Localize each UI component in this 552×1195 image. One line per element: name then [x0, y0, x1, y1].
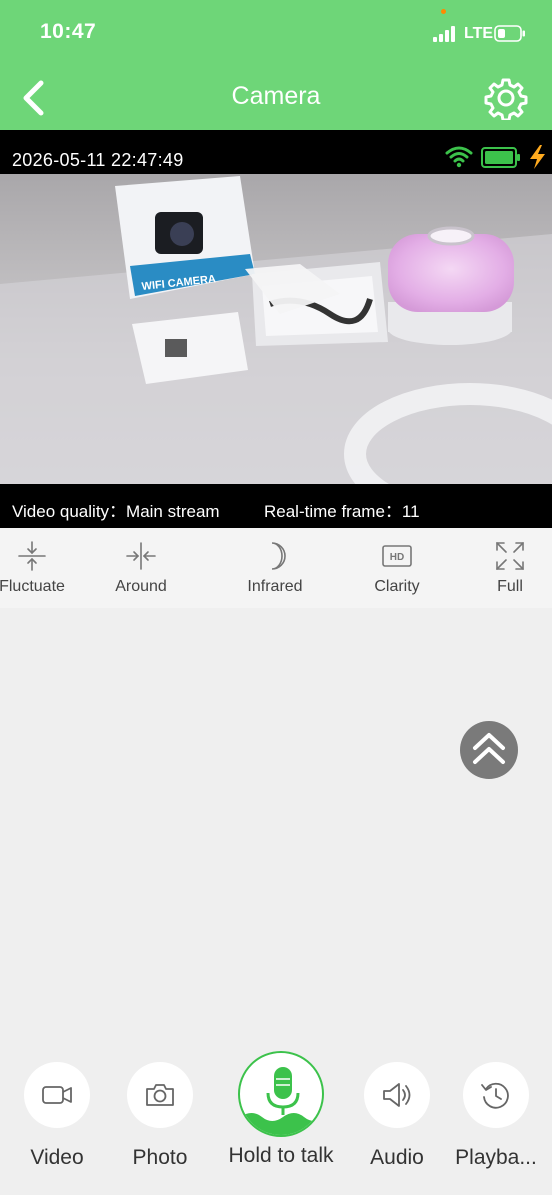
wifi-icon — [445, 146, 473, 168]
microphone-icon — [240, 1067, 322, 1135]
recording-dot-icon — [441, 9, 446, 14]
cellular-signal-icon — [433, 26, 455, 42]
fullscreen-icon — [496, 542, 524, 570]
video-bottom-overlay: Video quality：Main stream Real-time fram… — [0, 484, 552, 528]
tool-label: Clarity — [374, 578, 420, 595]
playback-button-label: Playba... — [455, 1146, 537, 1169]
video-camera-icon — [42, 1086, 72, 1104]
video-timestamp: 2026-05-11 22:47:49 — [12, 150, 184, 170]
audio-button[interactable]: Audio — [354, 1062, 440, 1170]
realtime-frame-label: Real-time frame：11 — [264, 502, 420, 521]
playback-button-circle[interactable] — [463, 1062, 529, 1128]
camera-feed-image: WIFI CAMERA — [0, 174, 552, 484]
history-icon — [481, 1082, 509, 1109]
network-type: LTE — [464, 25, 494, 42]
photo-button[interactable]: Photo — [117, 1062, 203, 1170]
hold-to-talk-label: Hold to talk — [228, 1144, 334, 1167]
audio-button-label: Audio — [370, 1146, 424, 1169]
video-button[interactable]: Video — [14, 1062, 100, 1170]
charging-bolt-icon — [530, 145, 545, 169]
fluctuate-icon — [18, 541, 46, 571]
page-title: Camera — [231, 82, 321, 110]
moon-icon — [271, 542, 286, 570]
tool-full[interactable]: Full — [460, 540, 552, 596]
camera-icon — [146, 1084, 174, 1106]
tool-label: Infrared — [247, 578, 303, 595]
video-player[interactable]: 2026-05-11 22:47:49 WIFI CAMERA Video qu… — [0, 130, 552, 528]
video-button-label: Video — [30, 1146, 84, 1169]
camera-battery-icon — [481, 147, 520, 168]
tool-label: Around — [115, 578, 167, 595]
around-icon — [126, 542, 156, 570]
scroll-up-button[interactable] — [460, 721, 518, 779]
speaker-icon — [383, 1083, 411, 1107]
double-chevron-up-icon — [473, 733, 505, 764]
gear-icon[interactable] — [484, 76, 528, 120]
tool-fluctuate[interactable]: Fluctuate — [0, 540, 82, 596]
photo-button-label: Photo — [132, 1146, 188, 1169]
camera-tools-bar: Fluctuate Around Infrared HD Clarity Ful… — [0, 528, 552, 608]
svg-text:HD: HD — [390, 552, 404, 563]
tool-label: Full — [497, 578, 523, 595]
hold-to-talk-button[interactable]: Hold to talk — [221, 1051, 341, 1168]
battery-icon — [494, 25, 525, 42]
navigation-bar: Camera — [0, 66, 552, 130]
hd-icon: HD — [382, 545, 412, 567]
tool-infrared[interactable]: Infrared — [225, 540, 325, 596]
video-button-circle[interactable] — [24, 1062, 90, 1128]
tool-around[interactable]: Around — [91, 540, 191, 596]
playback-button[interactable]: Playba... — [450, 1062, 542, 1170]
audio-button-circle[interactable] — [364, 1062, 430, 1128]
talk-button-circle[interactable] — [238, 1051, 324, 1137]
video-quality-label: Video quality：Main stream — [12, 502, 220, 521]
status-bar: 10:47 LTE — [0, 0, 552, 66]
status-time: 10:47 — [40, 20, 97, 43]
video-top-overlay: 2026-05-11 22:47:49 — [0, 130, 552, 174]
tool-clarity[interactable]: HD Clarity — [347, 540, 447, 596]
tool-label: Fluctuate — [0, 578, 65, 595]
bottom-actions: Video Photo Hold to talk Audio Playba... — [0, 1040, 552, 1195]
photo-button-circle[interactable] — [127, 1062, 193, 1128]
